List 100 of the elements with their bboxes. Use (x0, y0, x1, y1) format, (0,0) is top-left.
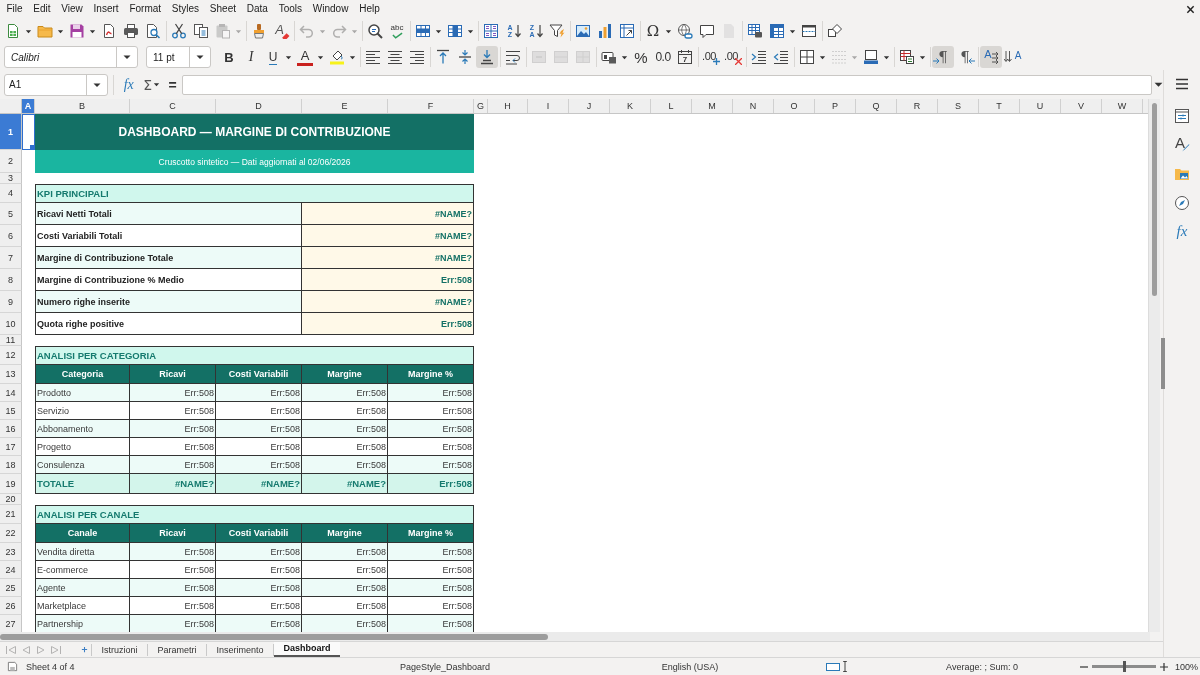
row-header[interactable]: 9 (0, 291, 22, 313)
column-header[interactable]: G (474, 99, 488, 113)
column-header[interactable]: J (569, 99, 610, 113)
column-header[interactable]: B (35, 99, 130, 113)
clear-button[interactable]: A (270, 20, 292, 42)
column-header[interactable]: P (815, 99, 856, 113)
row-header[interactable]: 6 (0, 225, 22, 247)
column-header[interactable]: A (22, 99, 35, 113)
sheet-tab[interactable]: Parametri (148, 642, 207, 657)
column-header[interactable]: F (388, 99, 474, 113)
name-box[interactable]: A1 (4, 73, 108, 96)
symbol-button[interactable]: Ω (642, 20, 674, 42)
menu-item[interactable]: File (1, 1, 28, 17)
underline-button[interactable]: U (262, 46, 294, 68)
sheet-tab[interactable]: Inserimento (207, 642, 274, 657)
scrollbar-thumb[interactable] (0, 633, 548, 640)
row-header[interactable]: 15 (0, 402, 22, 420)
column-header[interactable]: U (1020, 99, 1061, 113)
zoom-slider-thumb[interactable] (1123, 661, 1126, 672)
row-header[interactable]: 21 (0, 505, 22, 524)
bold-button[interactable]: B (218, 46, 240, 68)
percent-button[interactable]: % (630, 46, 652, 68)
vertical-scrollbar[interactable] (1148, 99, 1160, 632)
column-header[interactable]: N (733, 99, 774, 113)
column-header[interactable]: I (528, 99, 569, 113)
row-header[interactable]: 7 (0, 247, 22, 269)
row-header[interactable]: 23 (0, 543, 22, 561)
column-header[interactable]: R (897, 99, 938, 113)
row-header[interactable]: 4 (0, 184, 22, 203)
rtl-button[interactable]: ¶ (954, 46, 976, 68)
caret-icon[interactable] (1154, 80, 1163, 89)
rectangle-icon[interactable] (826, 662, 840, 671)
fontcolor-button[interactable]: A (294, 46, 326, 68)
column-header[interactable]: K (610, 99, 651, 113)
menu-item[interactable]: Styles (166, 1, 205, 17)
plus-icon[interactable] (1160, 662, 1168, 671)
font-size-combobox[interactable]: 11 pt (146, 46, 211, 68)
menu-item[interactable]: Format (124, 1, 167, 17)
sidebar-handle[interactable] (1161, 338, 1165, 389)
row-header[interactable]: 3 (0, 173, 22, 184)
deldecimal-button[interactable]: .00 (722, 46, 744, 68)
column-header[interactable]: T (979, 99, 1020, 113)
number-button[interactable]: 0.0 (652, 46, 674, 68)
row-header[interactable]: 17 (0, 438, 22, 456)
scrollbar-thumb[interactable] (1152, 103, 1157, 296)
sum-button[interactable]: Σ (139, 74, 166, 95)
row-header[interactable]: 13 (0, 365, 22, 384)
row-header[interactable]: 12 (0, 346, 22, 365)
row-header[interactable]: 24 (0, 561, 22, 579)
menu-item[interactable]: View (55, 1, 89, 17)
menu-item[interactable]: Window (307, 1, 354, 17)
ltr-button[interactable]: ¶ (932, 46, 954, 68)
horizontal-button[interactable]: A (980, 46, 1002, 68)
close-icon[interactable] (1186, 4, 1195, 14)
column-header[interactable]: Q (856, 99, 897, 113)
row-header[interactable]: 14 (0, 384, 22, 402)
row-header[interactable]: 20 (0, 494, 22, 505)
row-header[interactable]: 19 (0, 474, 22, 494)
row-header[interactable]: 25 (0, 579, 22, 597)
column-header[interactable]: W (1102, 99, 1143, 113)
column-header[interactable]: H (488, 99, 528, 113)
menu-item[interactable]: Help (353, 1, 386, 17)
menu-item[interactable]: Data (241, 1, 274, 17)
sheet-tab[interactable]: Istruzioni (92, 642, 147, 657)
date-button[interactable]: 7 (674, 46, 696, 68)
plus-icon[interactable] (81, 646, 88, 653)
row-header[interactable]: 2 (0, 150, 22, 173)
column-header[interactable]: C (130, 99, 216, 113)
row-header[interactable]: 16 (0, 420, 22, 438)
document-icon[interactable] (7, 661, 18, 672)
row-header[interactable]: 8 (0, 269, 22, 291)
column-header[interactable]: O (774, 99, 815, 113)
vertical-button[interactable]: A (1002, 46, 1024, 68)
row-header[interactable]: 1 (0, 114, 22, 150)
text-cursor-icon[interactable] (842, 661, 848, 672)
column-header[interactable]: E (302, 99, 388, 113)
horizontal-scrollbar[interactable] (0, 632, 1150, 641)
bottom-button[interactable] (476, 46, 498, 68)
italic-button[interactable]: I (240, 46, 262, 68)
column-header[interactable]: V (1061, 99, 1102, 113)
functions-deck-button[interactable]: fx (1169, 217, 1195, 246)
menu-item[interactable]: Tools (273, 1, 308, 17)
row-header[interactable]: 26 (0, 597, 22, 615)
menu-item[interactable]: Edit (27, 1, 56, 17)
column-header[interactable]: D (216, 99, 302, 113)
adddecimal-button[interactable]: .00 (700, 46, 722, 68)
sheet-tab[interactable]: Dashboard (274, 642, 341, 657)
row-header[interactable]: 22 (0, 524, 22, 543)
column-header[interactable]: L (651, 99, 692, 113)
function-wizard-button[interactable]: fx (119, 74, 138, 95)
column-header[interactable]: M (692, 99, 733, 113)
row-header[interactable]: 18 (0, 456, 22, 474)
spelling-button[interactable]: abc (386, 20, 408, 42)
formula-input-field[interactable] (181, 74, 1153, 95)
row-header[interactable]: 10 (0, 313, 22, 335)
formula-button[interactable]: = (165, 74, 180, 95)
row-header[interactable]: 5 (0, 203, 22, 225)
menu-item[interactable]: Sheet (204, 1, 242, 17)
menu-item[interactable]: Insert (88, 1, 124, 17)
font-name-combobox[interactable]: Calibri (4, 46, 138, 68)
